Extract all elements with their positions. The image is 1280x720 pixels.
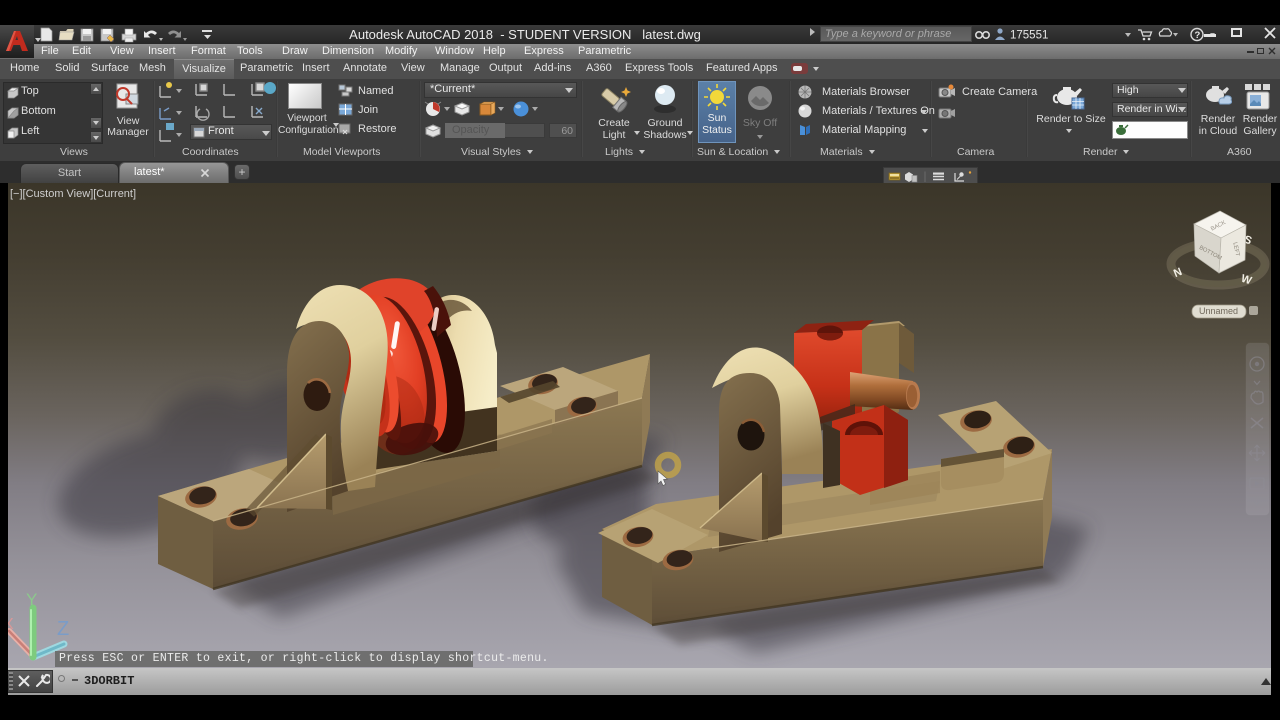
svg-text:Unnamed: Unnamed xyxy=(1199,306,1238,316)
svg-text:Y: Y xyxy=(26,590,37,609)
svg-text:175551: 175551 xyxy=(1010,30,1048,42)
svg-text:Z: Z xyxy=(57,618,69,640)
svg-text:?: ? xyxy=(1195,30,1201,41)
svg-text:[−][Custom View][Current]: [−][Custom View][Current] xyxy=(10,188,136,200)
